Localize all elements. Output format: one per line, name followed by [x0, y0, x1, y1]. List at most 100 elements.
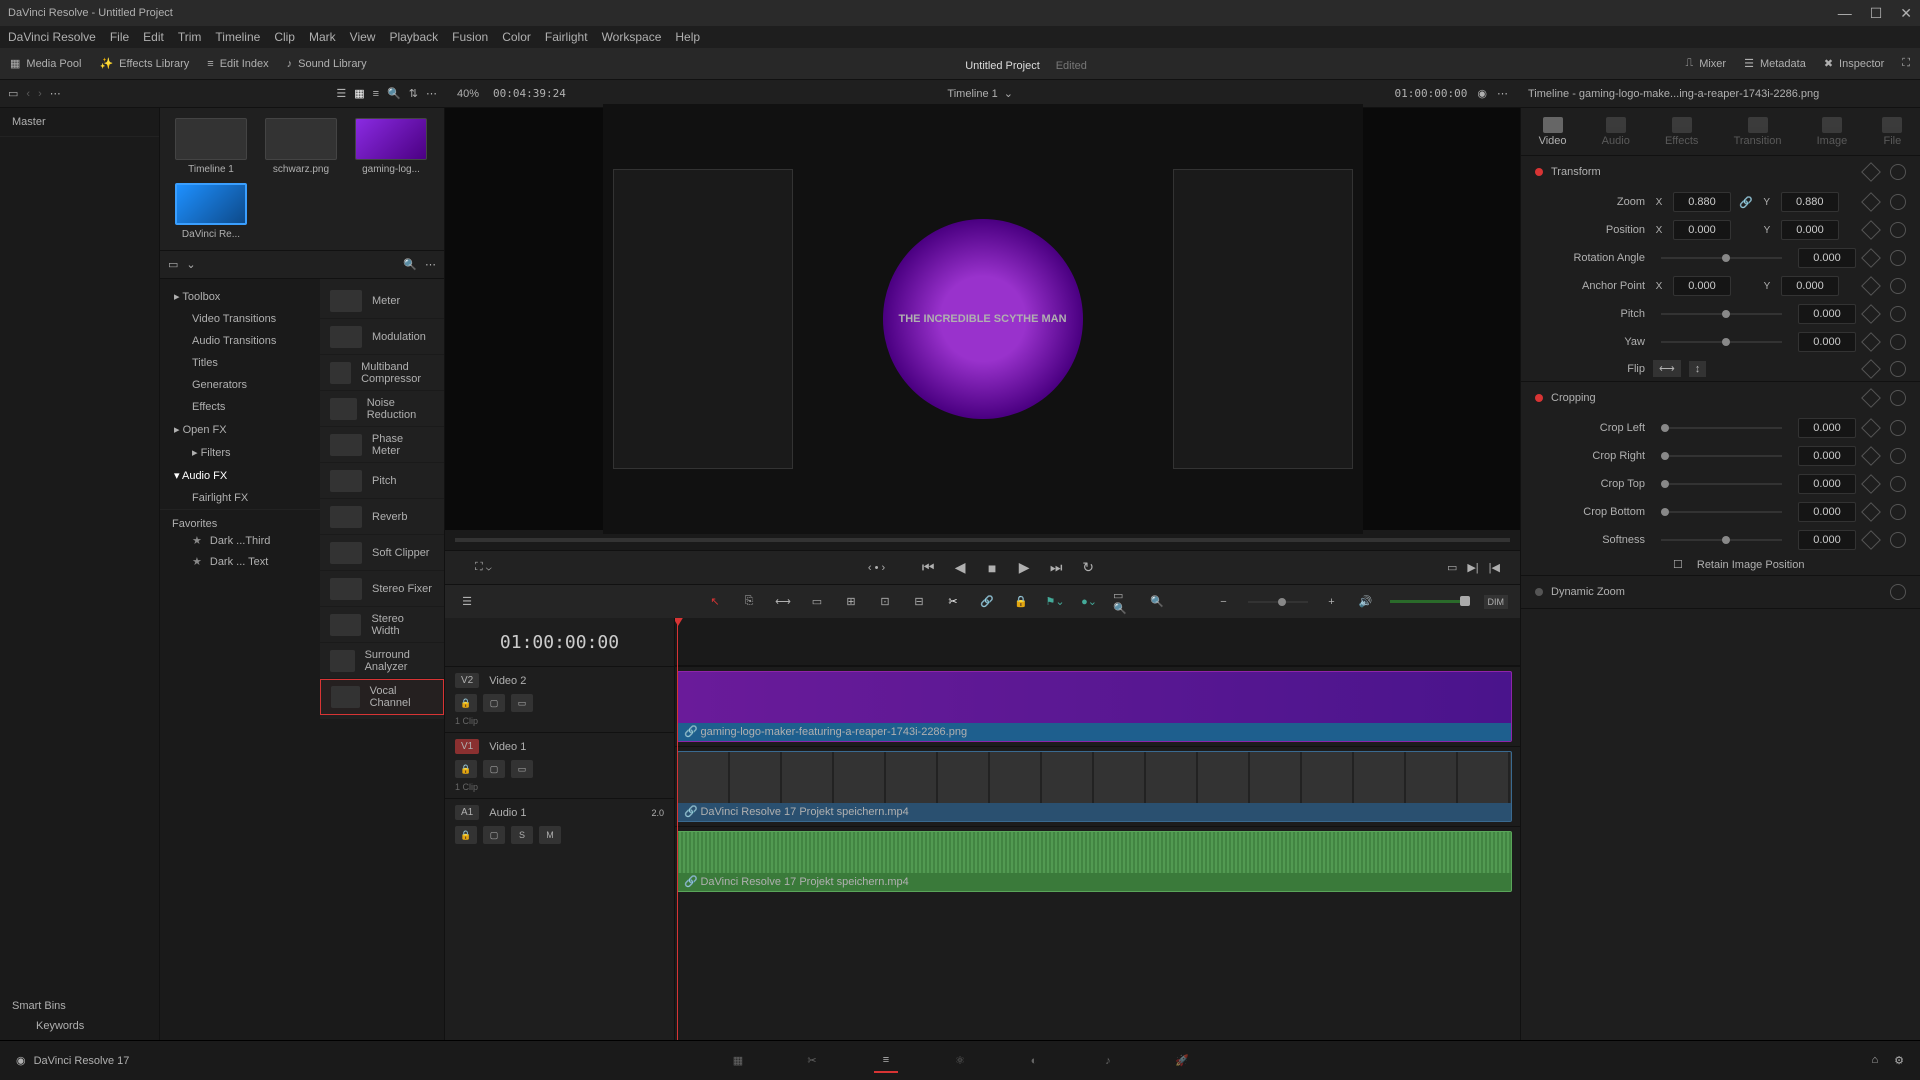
overwrite-tool[interactable]: ⊡ [875, 592, 895, 612]
fx-category[interactable]: Titles [160, 352, 320, 374]
fx-category[interactable]: Audio Transitions [160, 330, 320, 352]
dynamic-zoom-header[interactable]: Dynamic Zoom [1521, 576, 1920, 608]
fx-item[interactable]: Meter [320, 283, 444, 319]
volume-icon[interactable]: 🔊 [1356, 592, 1376, 612]
track-header-v2[interactable]: V2Video 2 🔒▢▭ 1 Clip [445, 666, 674, 732]
insert-tool[interactable]: ⊞ [841, 592, 861, 612]
fx-category[interactable]: ▸ Toolbox [160, 285, 320, 308]
fx-item-selected[interactable]: Vocal Channel [320, 679, 444, 715]
snapping-tool[interactable]: ▭🔍 [1113, 592, 1133, 612]
inspector-tab-audio[interactable]: Audio [1602, 117, 1630, 147]
options-icon[interactable]: ⋯ [426, 87, 437, 100]
auto-select-icon[interactable]: ▢ [483, 826, 505, 844]
flip-v-button[interactable]: ↕ [1689, 361, 1707, 377]
favorite-item[interactable]: ★Dark ... Text [172, 551, 308, 572]
blade-edit-tool[interactable]: ✂ [943, 592, 963, 612]
reset-icon[interactable] [1890, 306, 1906, 322]
selection-tool[interactable]: ↖ [705, 592, 725, 612]
inspector-toggle[interactable]: ✖Inspector [1824, 57, 1884, 70]
timeline-ruler[interactable] [675, 618, 1520, 666]
rotation-slider[interactable] [1661, 257, 1782, 259]
link-tool[interactable]: 🔗 [977, 592, 997, 612]
smart-bins-header[interactable]: Smart Bins [12, 1000, 147, 1012]
metadata-toggle[interactable]: ☰Metadata [1744, 57, 1806, 70]
zoom-tool[interactable]: 🔍 [1147, 592, 1167, 612]
effects-library-toggle[interactable]: ✨Effects Library [99, 57, 189, 70]
keyframe-icon[interactable] [1861, 446, 1881, 466]
clip-v1[interactable]: 🔗 DaVinci Resolve 17 Projekt speichern.m… [677, 751, 1512, 822]
clip-a1[interactable]: 🔗 DaVinci Resolve 17 Projekt speichern.m… [677, 831, 1512, 892]
bin-view-icon[interactable]: ▭ [8, 87, 18, 100]
menu-item[interactable]: Workspace [602, 30, 662, 44]
softness-input[interactable] [1798, 530, 1856, 550]
reset-icon[interactable] [1890, 448, 1906, 464]
home-icon[interactable]: ⌂ [1871, 1054, 1878, 1067]
keyframe-icon[interactable] [1861, 192, 1881, 212]
next-clip-icon[interactable]: ▶| [1467, 561, 1478, 574]
fx-item[interactable]: Phase Meter [320, 427, 444, 463]
keyframe-icon[interactable] [1861, 332, 1881, 352]
flag-tool[interactable]: ⚑⌄ [1045, 592, 1065, 612]
dynamic-trim-tool[interactable]: ⟷ [773, 592, 793, 612]
reset-icon[interactable] [1890, 278, 1906, 294]
keyframe-icon[interactable] [1861, 474, 1881, 494]
fx-item[interactable]: Pitch [320, 463, 444, 499]
fx-item[interactable]: Reverb [320, 499, 444, 535]
menu-item[interactable]: Edit [143, 30, 164, 44]
menu-item[interactable]: View [350, 30, 376, 44]
fx-panel-icon[interactable]: ▭ [168, 258, 178, 271]
reset-icon[interactable] [1890, 334, 1906, 350]
disable-icon[interactable]: ▭ [511, 760, 533, 778]
maximize-button[interactable]: ☐ [1870, 5, 1883, 22]
fx-category[interactable]: ▸ Filters [160, 441, 320, 464]
edit-page-tab[interactable]: ≡ [874, 1049, 898, 1073]
edit-index-toggle[interactable]: ≡Edit Index [207, 58, 268, 70]
crop-top-slider[interactable] [1661, 483, 1782, 485]
grid-view-icon[interactable]: ▦ [354, 87, 364, 100]
search-icon[interactable]: 🔍 [403, 258, 417, 271]
fusion-page-tab[interactable]: ⚛ [948, 1049, 972, 1073]
reset-icon[interactable] [1890, 504, 1906, 520]
keyframe-icon[interactable] [1861, 220, 1881, 240]
reset-icon[interactable] [1890, 361, 1906, 377]
keyframe-icon[interactable] [1861, 502, 1881, 522]
master-bin[interactable]: Master [0, 108, 159, 137]
fx-item[interactable]: Soft Clipper [320, 535, 444, 571]
keywords-bin[interactable]: Keywords [12, 1020, 147, 1032]
zoom-slider[interactable] [1248, 601, 1308, 603]
fx-item[interactable]: Stereo Width [320, 607, 444, 643]
inspector-tab-transition[interactable]: Transition [1734, 117, 1782, 147]
pitch-input[interactable] [1798, 304, 1856, 324]
softness-slider[interactable] [1661, 539, 1782, 541]
dim-button[interactable]: DIM [1484, 595, 1509, 609]
media-page-tab[interactable]: ▦ [726, 1049, 750, 1073]
menu-item[interactable]: Fairlight [545, 30, 588, 44]
strip-view-icon[interactable]: ≡ [373, 88, 379, 100]
clip-v2[interactable]: 🔗 gaming-logo-maker-featuring-a-reaper-1… [677, 671, 1512, 742]
mute-button[interactable]: M [539, 826, 561, 844]
menu-item[interactable]: Help [675, 30, 700, 44]
yaw-slider[interactable] [1661, 341, 1782, 343]
fx-category[interactable]: Effects [160, 396, 320, 418]
marker-tool[interactable]: ●⌄ [1079, 592, 1099, 612]
cropping-header[interactable]: Cropping [1521, 382, 1920, 414]
zoom-out-icon[interactable]: − [1214, 592, 1234, 612]
keyframe-icon[interactable] [1861, 530, 1881, 550]
loop-icon[interactable]: ◉ [1477, 87, 1487, 100]
list-view-icon[interactable]: ☰ [336, 87, 346, 100]
menu-item[interactable]: Trim [178, 30, 202, 44]
keyframe-icon[interactable] [1861, 359, 1881, 379]
options-icon[interactable]: ⋯ [1497, 87, 1508, 100]
pitch-slider[interactable] [1661, 313, 1782, 315]
track-v1[interactable]: 🔗 DaVinci Resolve 17 Projekt speichern.m… [675, 746, 1520, 826]
fx-item[interactable]: Noise Reduction [320, 391, 444, 427]
link-icon[interactable]: 🔗 [1739, 196, 1753, 209]
prev-clip-icon[interactable]: |◀ [1489, 561, 1500, 574]
color-page-tab[interactable]: ◐ [1022, 1049, 1046, 1073]
anchor-y-input[interactable] [1781, 276, 1839, 296]
menu-item[interactable]: File [110, 30, 129, 44]
viewer-zoom[interactable]: 40% [457, 88, 479, 100]
crop-left-input[interactable] [1798, 418, 1856, 438]
fx-category[interactable]: Generators [160, 374, 320, 396]
trim-tool[interactable]: ⎘ [739, 592, 759, 612]
